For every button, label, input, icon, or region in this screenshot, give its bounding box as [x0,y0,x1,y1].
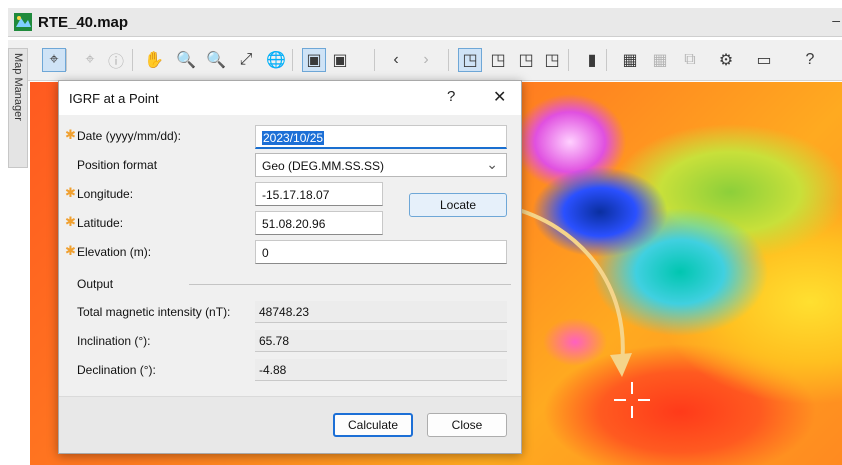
total-intensity-value: 48748.23 [255,301,507,323]
chevron-down-icon: ⌄ [486,156,498,172]
minimize-button[interactable]: – [832,12,840,28]
dialog-footer: Calculate Close [59,396,521,453]
longitude-label: Longitude: [77,187,134,201]
help-icon[interactable]: ? [798,48,822,72]
toolbar-separator [132,49,133,71]
toolbar-separator [374,49,375,71]
output-header: Output [77,277,114,291]
position-format-value: Geo (DEG.MM.SS.SS) [262,159,385,173]
pan-hand-icon[interactable]: ✋ [142,48,166,72]
map-app-icon [14,13,32,31]
date-field[interactable]: 2023/10/25 [255,125,507,149]
select-tool-icon[interactable]: ⌖ [42,48,66,72]
longitude-field[interactable]: -15.17.18.07 [255,182,383,206]
zoom-window-icon[interactable]: 🔍 [174,48,198,72]
output-divider [189,284,511,285]
settings-gear-icon[interactable]: ⚙ [714,48,738,72]
locate-button[interactable]: Locate [409,193,507,217]
elevation-label: Elevation (m): [77,245,152,259]
date-value: 2023/10/25 [262,131,325,145]
latitude-label: Latitude: [77,216,124,230]
color-bar-icon[interactable]: ▮ [580,48,604,72]
layer-view-icon[interactable]: ▣ [302,48,326,72]
camera-icon[interactable]: ▭ [752,48,776,72]
inclination-label: Inclination (°): [77,334,151,348]
position-format-select[interactable]: Geo (DEG.MM.SS.SS) ⌄ [255,153,507,177]
window-titlebar: RTE_40.map – [8,8,842,37]
window-2-icon[interactable]: ◳ [486,48,510,72]
globe-icon[interactable]: 🌐 [264,48,288,72]
inclination-value: 65.78 [255,330,507,352]
declination-label: Declination (°): [77,363,156,377]
window-4-icon[interactable]: ◳ [540,48,564,72]
declination-value: -4.88 [255,359,507,381]
forward-icon[interactable]: › [414,48,438,72]
crosshair-icon[interactable]: ⌖ [78,48,102,72]
plugin-icon[interactable]: ⧉ [678,48,702,72]
dialog-titlebar: IGRF at a Point ? ✕ [59,81,521,115]
required-icon: ✱ [65,127,76,142]
toolbar-separator [606,49,607,71]
map-manager-tab[interactable]: Map Manager [8,48,28,168]
back-icon[interactable]: ‹ [384,48,408,72]
window-3-icon[interactable]: ◳ [514,48,538,72]
toolbar-separator [66,49,67,71]
zoom-icon[interactable]: 🔍 [204,48,228,72]
locate-arrow [507,205,632,377]
required-icon: ✱ [65,243,76,258]
required-icon: ✱ [65,185,76,200]
position-format-label: Position format [77,158,158,172]
window-title: RTE_40.map [38,13,129,31]
igrf-dialog: IGRF at a Point ? ✕ ✱ Date (yyyy/mm/dd):… [58,80,522,454]
latitude-field[interactable]: 51.08.20.96 [255,211,383,235]
required-icon: ✱ [65,214,76,229]
window-1-icon[interactable]: ◳ [458,48,482,72]
close-button[interactable]: Close [427,413,507,437]
total-intensity-label: Total magnetic intensity (nT): [77,305,231,319]
info-icon[interactable]: ⓘ [104,48,128,72]
layer-edit-icon[interactable]: ▣ [328,48,352,72]
map-toolbar: ⌖ ⌖ ⓘ ✋ 🔍 🔍 ⤢ 🌐 ▣ ▣ ‹ › ◳ ◳ ◳ ◳ ▮ ▦ ▦ ⧉ ⚙ ▭? [8,40,842,81]
elevation-field[interactable]: 0 [255,240,507,264]
zoom-extent-icon[interactable]: ⤢ [234,48,258,72]
date-label: Date (yyyy/mm/dd): [77,129,182,143]
grid-magnet-icon[interactable]: ▦ [618,48,642,72]
toolbar-separator [568,49,569,71]
dialog-title: IGRF at a Point [69,91,159,106]
calculate-button[interactable]: Calculate [333,413,413,437]
close-icon[interactable]: ✕ [493,87,506,107]
map-manager-label: Map Manager [12,53,24,121]
grid-icon[interactable]: ▦ [648,48,672,72]
toolbar-separator [448,49,449,71]
toolbar-separator [292,49,293,71]
help-button[interactable]: ? [447,88,455,105]
